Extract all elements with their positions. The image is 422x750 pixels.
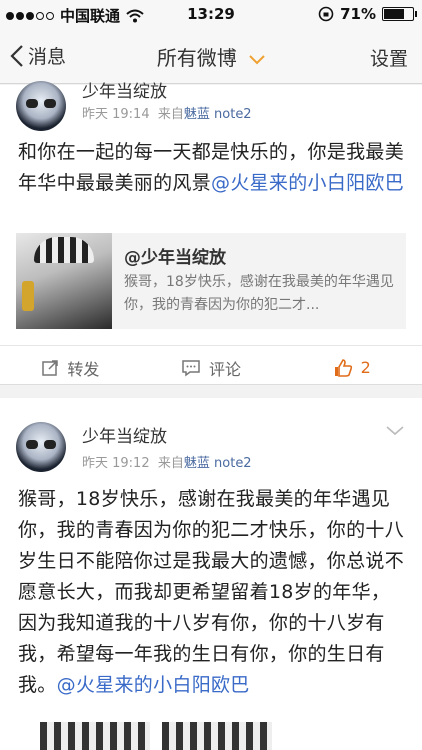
feed-filter-dropdown[interactable]: 所有微博 [0, 42, 422, 71]
comment-icon [182, 359, 200, 376]
post-image[interactable] [162, 722, 272, 750]
post-image-strip[interactable] [40, 722, 272, 750]
post-meta: 昨天 19:14 来自魅蓝 note2 [82, 103, 252, 122]
avatar[interactable] [16, 422, 66, 472]
navigation-bar: 消息 所有微博 设置 [0, 28, 422, 84]
chevron-down-icon[interactable] [386, 426, 404, 436]
quoted-post-image [16, 233, 112, 329]
thumbs-up-icon [334, 358, 352, 377]
status-bar: 中国联通 13:29 71% [0, 0, 422, 28]
avatar[interactable] [16, 81, 66, 131]
quoted-post[interactable]: @少年当绽放 猴哥，18岁快乐，感谢在我最美的年华遇见你，我的青春因为你的犯二才… [16, 233, 406, 329]
repost-button[interactable]: 转发 [0, 346, 141, 389]
post-source[interactable]: 魅蓝 note2 [184, 456, 252, 471]
battery-icon [382, 7, 417, 21]
post-meta: 昨天 19:12 来自魅蓝 note2 [82, 452, 252, 471]
action-bar: 转发 评论 2 [0, 345, 422, 389]
mention-link[interactable]: @火星来的小白阳欧巴 [57, 674, 250, 696]
orientation-lock-icon [318, 6, 334, 22]
quoted-post-author: @少年当绽放 [124, 248, 226, 268]
comment-button[interactable]: 评论 [141, 346, 282, 389]
post-username[interactable]: 少年当绽放 [82, 77, 167, 102]
chevron-down-icon [249, 54, 265, 64]
comment-label: 评论 [209, 359, 242, 379]
post-time: 昨天 19:12 [82, 456, 150, 471]
post-card[interactable]: 少年当绽放 昨天 19:12 来自魅蓝 note2 猴哥，18岁快乐，感谢在我最… [0, 398, 422, 750]
post-time: 昨天 19:14 [82, 107, 150, 122]
quoted-post-text: 猴哥，18岁快乐，感谢在我最美的年华遇见你，我的青春因为你的犯二才... [124, 274, 394, 313]
repost-label: 转发 [67, 359, 100, 379]
source-prefix: 来自 [157, 456, 184, 471]
post-card[interactable]: 少年当绽放 昨天 19:14 来自魅蓝 note2 和你在一起的每一天都是快乐的… [0, 81, 422, 385]
source-prefix: 来自 [157, 107, 184, 122]
repost-icon [42, 359, 59, 376]
post-text: 猴哥，18岁快乐，感谢在我最美的年华遇见你，我的青春因为你的犯二才快乐，你的十八… [18, 488, 405, 696]
post-username[interactable]: 少年当绽放 [82, 422, 167, 447]
settings-button[interactable]: 设置 [370, 44, 408, 71]
like-count: 2 [360, 358, 371, 377]
battery-percent: 71% [340, 5, 376, 23]
page-title: 所有微博 [156, 46, 237, 70]
mention-link[interactable]: @火星来的小白阳欧巴 [211, 172, 404, 194]
post-image[interactable] [40, 722, 150, 750]
post-source[interactable]: 魅蓝 note2 [184, 107, 252, 122]
like-button[interactable]: 2 [281, 346, 422, 389]
post-text: 和你在一起的每一天都是快乐的，你是我最美年华中最最美丽的风景@火星来的小白阳欧巴 [18, 141, 405, 194]
